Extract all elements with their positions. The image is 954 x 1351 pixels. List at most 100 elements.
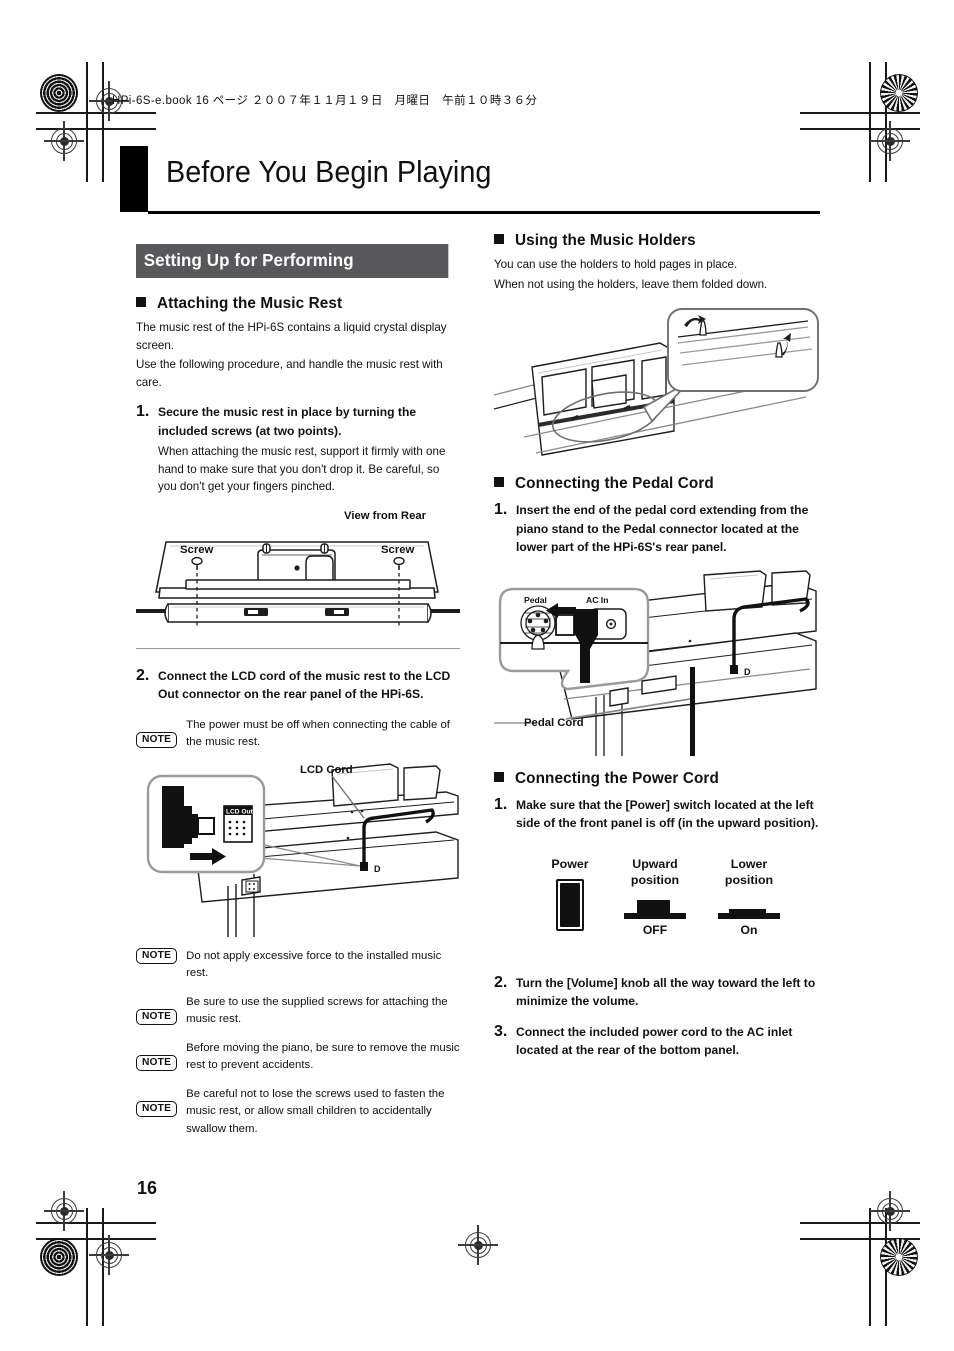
svg-text:D: D [374,864,381,874]
step-body: Connect the included power cord to the A… [516,1023,822,1060]
music-rest-rear-drawing [136,540,460,628]
figure-label-lower-line2: position [724,872,774,887]
figure-music-rest-rear-view: View from Rear Screw Screw [136,508,460,634]
figure-label-lower-line1: Lower [730,856,768,871]
figure-label-ac-in: AC In [586,595,608,605]
step-body: Secure the music rest in place by turnin… [158,403,460,496]
square-bullet-icon [494,234,504,244]
figure-lcd-cord: LCD Cord D LCD Out [136,762,460,937]
step-number: 1. [136,403,150,420]
figure-power-switch: Power Upward position OFF Lower position… [494,857,822,952]
figure-pedal-cord: Pedal Cord D Pedal AC In [494,569,822,756]
registration-target-right-lower [870,1191,910,1231]
registration-target-left-lower [44,1191,84,1231]
music-holders-drawing [493,308,819,456]
step-item: 2. Turn the [Volume] knob all the way to… [494,974,822,1011]
figure-state-on: On [740,922,758,937]
note-badge: NOTE [136,731,178,748]
step-number: 2. [494,973,508,991]
intro-line-2: Use the following procedure, and handle … [136,358,443,389]
halftone-patch-top-right [880,74,918,112]
step-body: Insert the end of the pedal cord extendi… [516,501,822,557]
halftone-patch-top-left [40,74,78,112]
subheading-connecting-power-cord: Connecting the Power Cord [494,770,822,788]
step-number: 1. [494,795,508,813]
figure-label-screw-right: Screw [381,543,415,556]
figure-label-pedal-jack: Pedal [524,595,547,605]
figure-divider-rule [136,647,460,649]
step-title: Connect the included power cord to the A… [516,1024,793,1058]
left-column: Setting Up for Performing Attaching the … [136,244,460,1138]
page-number: 16 [137,1178,158,1198]
intro-line-1: The music rest of the HPi-6S contains a … [136,321,447,352]
registration-target-bottom-center [458,1225,498,1265]
holders-line-1: You can use the holders to hold pages in… [494,258,738,271]
step-item: 2. Connect the LCD cord of the music res… [136,667,460,704]
step-number: 2. [136,666,150,684]
figure-label-screw-left: Screw [180,543,214,556]
note-item: NOTE Before moving the piano, be sure to… [136,1040,460,1075]
lcd-cord-drawing: D LCD Out [146,762,459,937]
subheading-label: Attaching the Music Rest [157,295,343,312]
step-title: Connect the LCD cord of the music rest t… [158,668,451,702]
note-badge: NOTE [136,1054,178,1071]
step-detail: When attaching the music rest, support i… [158,445,446,493]
note-list: NOTE Do not apply excessive force to the… [136,947,460,1139]
halftone-patch-bottom-right [880,1238,918,1276]
title-divider [148,211,820,214]
rocker-upward-graphic [624,899,686,919]
note-badge: NOTE [136,1100,178,1117]
section-heading-setting-up: Setting Up for Performing [136,244,449,278]
step-number: 1. [494,501,508,518]
note-item: NOTE The power must be off when connecti… [136,717,460,752]
step-title: Turn the [Volume] knob all the way towar… [516,975,816,1009]
step-item: 1. Insert the end of the pedal cord exte… [494,501,822,557]
book-file-header: HPi-6S-e.book 16 ページ ２００７年１１月１９日 月曜日 午前１… [112,95,538,107]
note-badge: NOTE [136,947,178,964]
square-bullet-icon [494,771,504,782]
step-title: Make sure that the [Power] switch locate… [516,797,819,831]
step-item: 3. Connect the included power cord to th… [494,1023,822,1060]
step-title: Secure the music rest in place by turnin… [158,405,417,438]
power-switch-graphic [556,878,584,931]
figure-music-holders [493,303,822,463]
subheading-label: Using the Music Holders [515,232,696,249]
note-text: The power must be off when connecting th… [186,718,450,749]
subheading-attaching-music-rest: Attaching the Music Rest [136,295,460,313]
registration-target-right-upper [870,121,910,161]
chapter-accent-bar [120,146,148,212]
figure-label-upward-line1: Upward [632,856,678,871]
svg-text:D: D [744,667,751,677]
figure-caption-view-from-rear: View from Rear [344,509,427,522]
note-text: Before moving the piano, be sure to remo… [186,1041,460,1072]
step-number: 3. [494,1022,508,1040]
figure-label-power: Power [551,856,589,871]
figure-label-lcd-out: LCD Out [226,808,254,815]
figure-label-pedal-cord: Pedal Cord [524,716,584,729]
step-body: Turn the [Volume] knob all the way towar… [516,974,822,1011]
rocker-lower-graphic [718,899,780,919]
note-text: Be careful not to lose the screws used t… [186,1087,445,1135]
figure-state-off: OFF [642,922,668,937]
square-bullet-icon [494,477,504,487]
step-body: Make sure that the [Power] switch locate… [516,796,822,833]
square-bullet-icon [136,297,146,307]
figure-label-upward-line2: position [630,872,680,887]
note-text: Do not apply excessive force to the inst… [186,949,442,980]
subheading-label: Connecting the Pedal Cord [515,475,714,492]
registration-target-bottom-left [89,1235,129,1275]
subheading-label: Connecting the Power Cord [515,769,719,787]
right-column: Using the Music Holders You can use the … [493,232,822,1060]
holders-line-2: When not using the holders, leave them f… [494,277,768,291]
note-item: NOTE Be careful not to lose the screws u… [136,1086,460,1139]
page-title: Before You Begin Playing [166,154,492,189]
halftone-patch-bottom-left [40,1238,78,1276]
note-text: Be sure to use the supplied screws for a… [186,995,448,1026]
step-item: 1. Secure the music rest in place by tur… [136,403,460,496]
document-page: HPi-6S-e.book 16 ページ ２００７年１１月１９日 月曜日 午前１… [0,0,954,1351]
figure-label-lcd-cord: LCD Cord [300,763,353,776]
registration-target-left-upper [44,121,84,161]
subheading-connecting-pedal-cord: Connecting the Pedal Cord [494,475,822,493]
note-badge: NOTE [136,1008,178,1025]
note-item: NOTE Be sure to use the supplied screws … [136,994,460,1029]
